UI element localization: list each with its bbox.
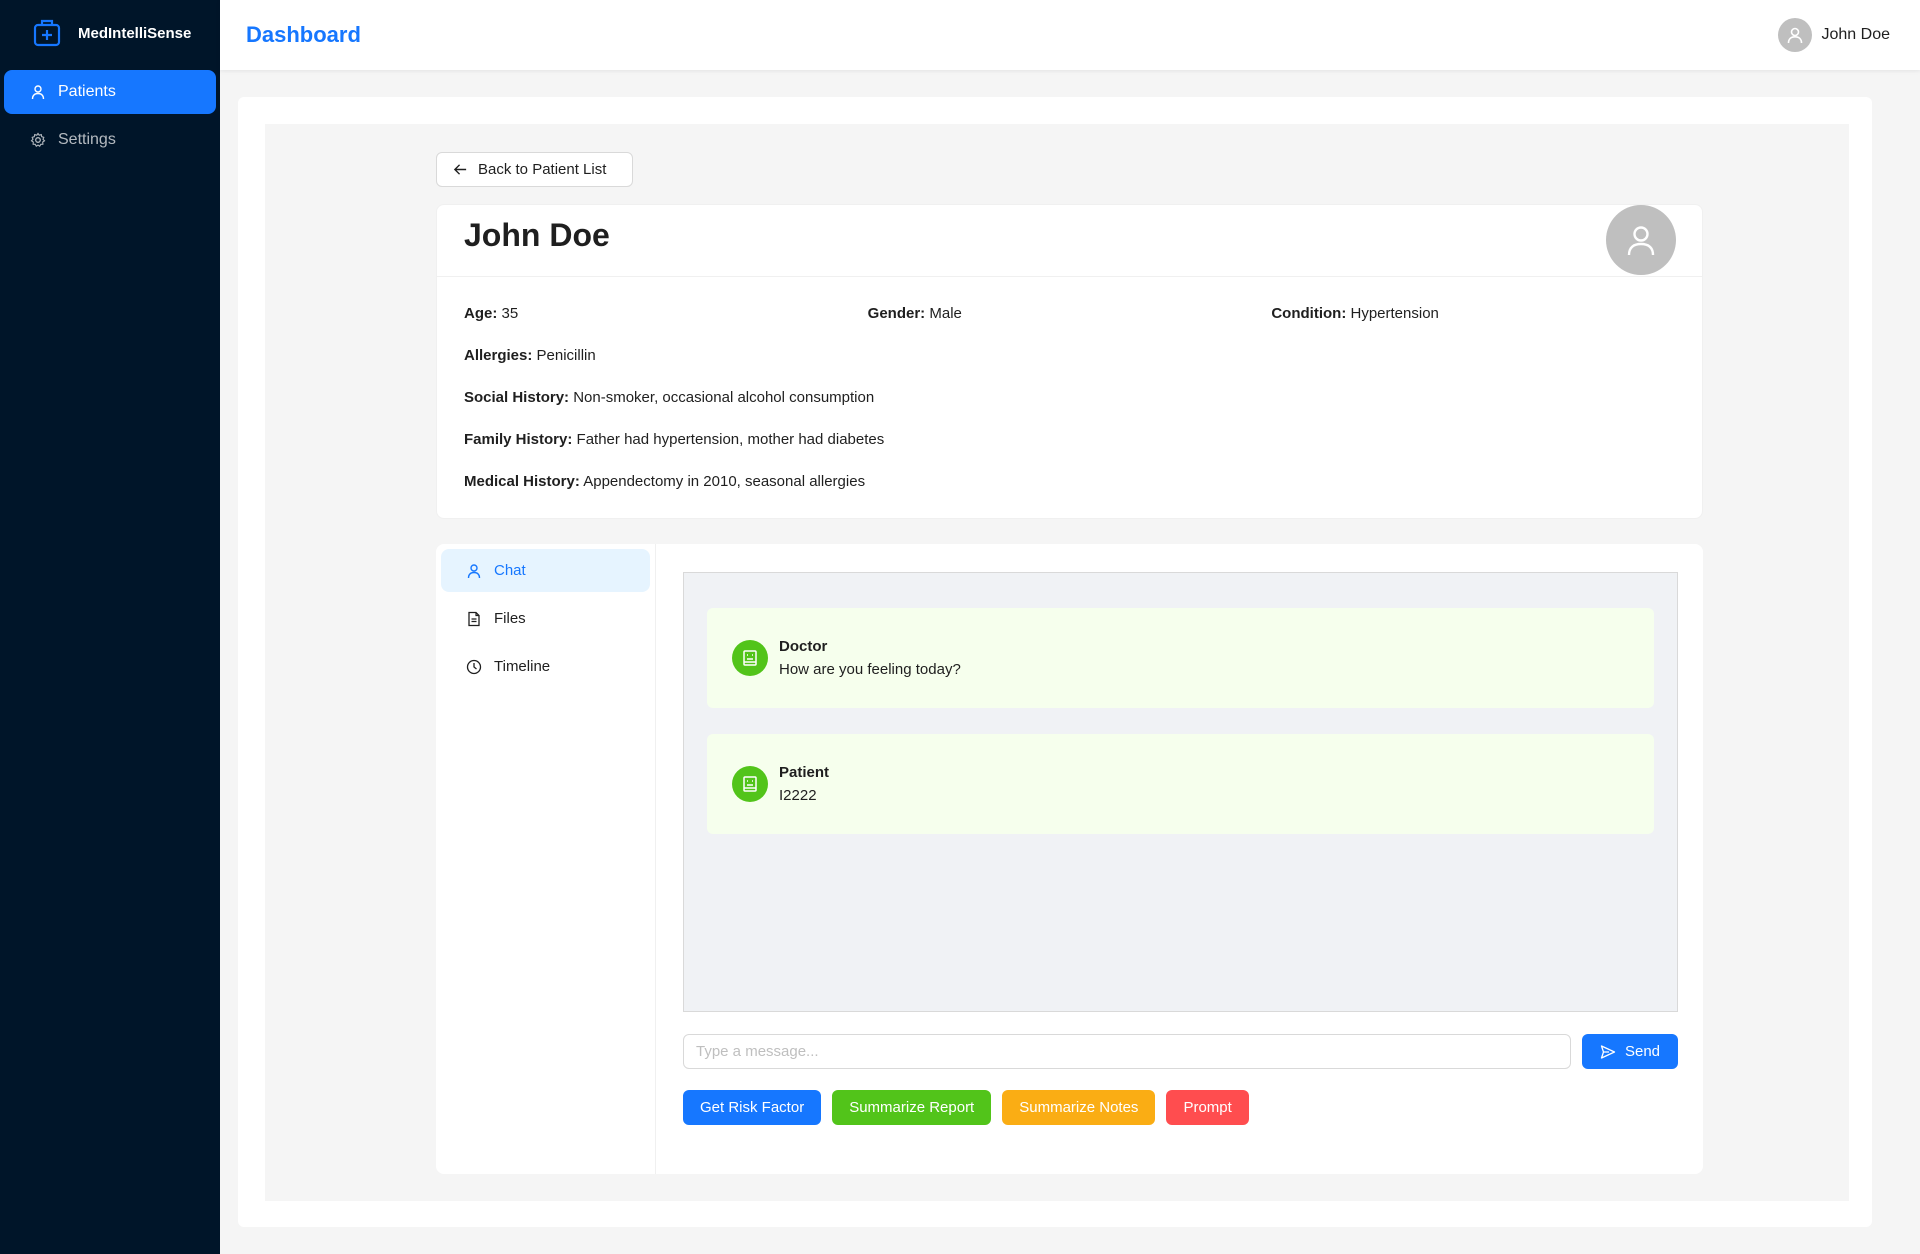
send-button[interactable]: Send (1582, 1034, 1678, 1069)
avatar (1777, 18, 1812, 52)
tab-files[interactable]: Files (441, 597, 650, 640)
prompt-button[interactable]: Prompt (1166, 1090, 1249, 1125)
send-icon (1600, 1044, 1616, 1059)
brand: MedIntelliSense (0, 0, 220, 66)
action-buttons: Get Risk Factor Summarize Report Summari… (683, 1090, 1260, 1125)
patient-card-header: John Doe (437, 205, 1702, 277)
header: Dashboard John Doe (220, 0, 1920, 70)
patient-info: Age: 35 Gender: Male Condition: Hyperten… (437, 277, 1702, 515)
back-to-patient-list-button[interactable]: Back to Patient List (436, 152, 633, 187)
tabs-card: Chat Files Timeline Doctor How are you f… (436, 544, 1703, 1174)
tab-timeline[interactable]: Timeline (441, 645, 650, 688)
sidebar: MedIntelliSense Patients Settings (0, 0, 220, 1254)
patient-name: John Doe (464, 217, 610, 253)
medical-kit-icon (33, 19, 61, 47)
clock-icon (466, 659, 482, 674)
message-sender: Doctor (779, 638, 828, 655)
app-name: MedIntelliSense (78, 24, 192, 42)
page-title: Dashboard (246, 22, 361, 47)
gear-icon (30, 132, 46, 147)
get-risk-factor-button[interactable]: Get Risk Factor (683, 1090, 822, 1125)
tab-chat[interactable]: Chat (441, 549, 650, 592)
sidebar-item-patients[interactable]: Patients (4, 70, 216, 114)
robot-icon (732, 640, 768, 676)
content-panel: Back to Patient List John Doe Age: 35 Ge… (238, 97, 1872, 1227)
message-text: How are you feeling today? (779, 661, 961, 678)
tab-label: Files (494, 610, 526, 627)
patient-gender: Gender: Male (867, 305, 962, 322)
chat-history[interactable]: Doctor How are you feeling today? Patien… (683, 572, 1678, 1012)
chat-message: Patient I2222 (707, 734, 1654, 834)
patient-detail: Back to Patient List John Doe Age: 35 Ge… (265, 124, 1849, 1201)
patient-card: John Doe Age: 35 Gender: Male Condition:… (436, 204, 1703, 519)
user-menu[interactable]: John Doe (1777, 18, 1891, 52)
patient-family-history: Family History: Father had hypertension,… (464, 431, 885, 448)
patient-social-history: Social History: Non-smoker, occasional a… (464, 389, 875, 406)
patient-age: Age: 35 (464, 305, 519, 322)
patient-allergies: Allergies: Penicillin (464, 347, 596, 364)
tab-label: Chat (494, 562, 526, 579)
tab-label: Timeline (494, 658, 551, 675)
summarize-report-button[interactable]: Summarize Report (832, 1090, 992, 1125)
user-icon (31, 85, 45, 100)
patient-medical-history: Medical History: Appendectomy in 2010, s… (464, 473, 866, 490)
chat-message: Doctor How are you feeling today? (707, 608, 1654, 708)
robot-icon (732, 766, 768, 802)
user-icon (467, 563, 481, 578)
sidebar-item-label: Patients (58, 83, 116, 100)
arrow-left-icon (453, 164, 467, 175)
sidebar-item-label: Settings (58, 131, 116, 148)
sidebar-item-settings[interactable]: Settings (4, 118, 216, 162)
tab-list: Chat Files Timeline (436, 544, 656, 1174)
message-input[interactable] (683, 1034, 1571, 1069)
send-label: Send (1624, 1043, 1661, 1060)
back-button-label: Back to Patient List (478, 161, 607, 178)
user-name: John Doe (1821, 26, 1891, 43)
user-icon (1787, 27, 1802, 44)
summarize-notes-button[interactable]: Summarize Notes (1002, 1090, 1156, 1125)
patient-avatar (1606, 205, 1676, 275)
message-sender: Patient (779, 764, 830, 781)
message-text: I2222 (779, 787, 817, 804)
user-icon (1627, 226, 1655, 256)
file-icon (468, 611, 480, 626)
patient-condition: Condition: Hypertension (1271, 305, 1439, 322)
